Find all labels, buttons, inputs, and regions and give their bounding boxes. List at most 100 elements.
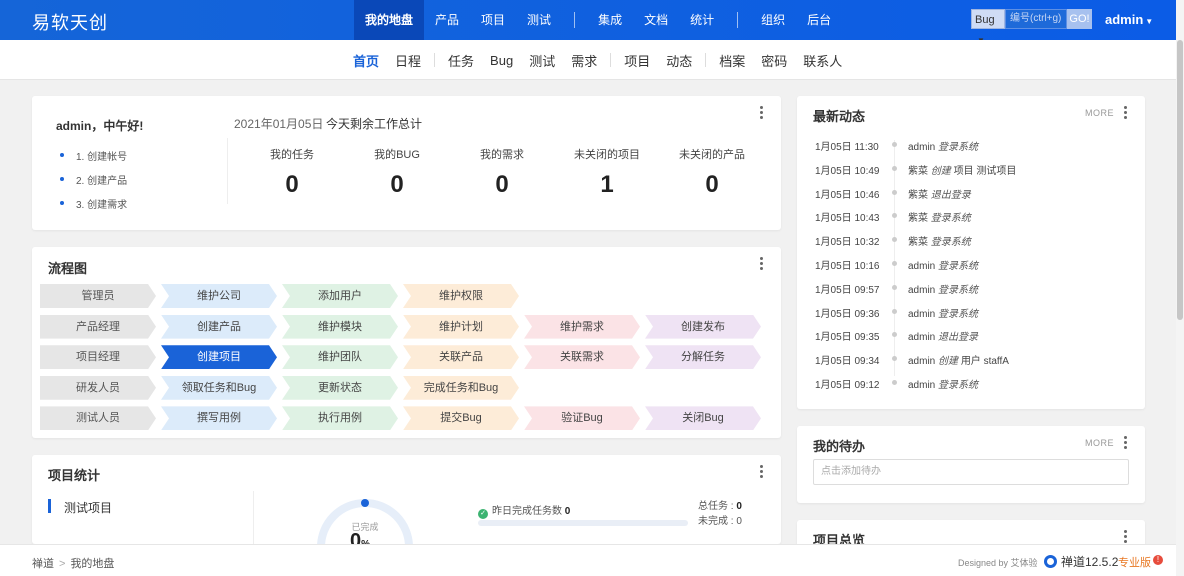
timeline-line: [894, 140, 895, 376]
project-stats-title: 项目统计: [48, 468, 101, 483]
main-nav-item[interactable]: 测试: [516, 0, 562, 40]
breadcrumb-current[interactable]: 我的地盘: [70, 558, 114, 570]
more-vertical-icon[interactable]: [760, 257, 764, 272]
flow-step[interactable]: 维护公司: [161, 284, 277, 308]
flow-step[interactable]: 分解任务: [645, 345, 761, 369]
step-link[interactable]: 1. 创建帐号: [60, 148, 127, 172]
flow-step[interactable]: 维护需求: [524, 315, 640, 339]
flowchart-card: 流程图 管理员 维护公司 添加用户 维护权限 产品经理 创建产品 维护模块 维护计划 维护需求创…: [32, 247, 781, 438]
stat-value: 0: [495, 171, 509, 198]
sub-nav: 首页 日程 任务 Bug 测试 需求 项目 动态 档案 密码 联系人: [345, 40, 850, 80]
flow-step[interactable]: 撰写用例: [161, 406, 277, 430]
main-nav-item[interactable]: 产品: [424, 0, 470, 40]
flow-step[interactable]: 关闭Bug: [645, 406, 761, 430]
dynamic-action: 登录系统: [930, 237, 971, 249]
timeline-dot: [892, 260, 897, 266]
selected-indicator: [48, 499, 51, 513]
flow-step[interactable]: 创建发布: [645, 315, 761, 339]
project-name[interactable]: 测试项目: [64, 499, 112, 516]
flow-step[interactable]: 更新状态: [282, 376, 398, 400]
undone-tasks: 未完成 : 0: [698, 514, 742, 529]
dynamic-text: 紫菜 退出登录: [908, 186, 971, 201]
main-nav-item[interactable]: 文档: [633, 0, 679, 40]
dynamic-object[interactable]: 用户 staffA: [961, 356, 1009, 367]
search-go-button[interactable]: GO!: [1067, 9, 1092, 29]
sub-nav-item[interactable]: 联系人: [795, 51, 850, 70]
summary-stat[interactable]: 未关闭的产品 0: [664, 146, 760, 199]
scrollbar-thumb[interactable]: [1177, 40, 1183, 320]
sub-nav-item[interactable]: 首页: [345, 51, 387, 70]
more-vertical-icon[interactable]: [760, 465, 764, 480]
sub-nav-item[interactable]: 日程: [387, 51, 429, 70]
summary-stat[interactable]: 未关闭的项目 1: [559, 146, 655, 199]
sub-nav-item[interactable]: 动态: [658, 51, 700, 70]
edition-link[interactable]: 专业版: [1118, 554, 1151, 570]
dynamic-text: admin 登录系统: [908, 138, 978, 153]
sub-nav-item[interactable]: 测试: [521, 51, 563, 70]
summary-stat[interactable]: 我的BUG 0: [349, 146, 445, 199]
flow-step[interactable]: 创建项目: [161, 345, 277, 369]
main-nav-item[interactable]: 统计: [679, 0, 725, 40]
dynamic-actor: admin: [908, 379, 936, 391]
sub-nav-item[interactable]: 档案: [711, 51, 753, 70]
timeline-dot: [892, 308, 897, 314]
summary-stat[interactable]: 我的任务 0: [244, 146, 340, 199]
user-menu[interactable]: admin ▼: [1105, 12, 1153, 27]
stat-value: 0: [285, 171, 299, 198]
total-value: 0: [736, 501, 742, 512]
flow-step[interactable]: 维护团队: [282, 345, 398, 369]
brand-logo[interactable]: 易软天创: [32, 9, 108, 35]
search-type-select[interactable]: Bug▼: [971, 9, 1005, 45]
flow-step[interactable]: 维护权限: [403, 284, 519, 308]
more-vertical-icon[interactable]: [1124, 106, 1128, 121]
main-nav-item[interactable]: 集成: [587, 0, 633, 40]
more-vertical-icon[interactable]: [1124, 530, 1128, 545]
more-vertical-icon[interactable]: [760, 106, 764, 121]
flow-step[interactable]: 维护计划: [403, 315, 519, 339]
step-link[interactable]: 3. 创建需求: [60, 196, 127, 220]
dynamic-time: 1月05日 10:32: [815, 237, 880, 249]
flow-role: 项目经理: [40, 345, 156, 369]
version-link[interactable]: 禅道12.5.2: [1044, 553, 1118, 570]
add-todo-input[interactable]: 点击添加待办: [813, 459, 1129, 485]
yesterday-label: 昨日完成任务数: [492, 506, 562, 517]
breadcrumb: 禅道 > 我的地盘: [32, 555, 114, 571]
sub-nav-item[interactable]: 密码: [753, 51, 795, 70]
main-nav-item[interactable]: 后台: [796, 0, 842, 40]
stat-value: 0: [390, 171, 404, 198]
sub-nav-item[interactable]: Bug: [482, 53, 521, 68]
page-scrollbar[interactable]: [1176, 0, 1184, 576]
stat-label: 未关闭的项目: [574, 149, 640, 161]
flow-step[interactable]: 维护模块: [282, 315, 398, 339]
dynamic-object[interactable]: 项目 测试项目: [954, 166, 1017, 177]
timeline-dot: [892, 237, 897, 243]
more-vertical-icon[interactable]: [1124, 436, 1128, 451]
more-link[interactable]: MORE: [1085, 108, 1114, 118]
flow-step[interactable]: 提交Bug: [403, 406, 519, 430]
step-link[interactable]: 2. 创建产品: [60, 172, 127, 196]
sub-nav-item[interactable]: 项目: [616, 51, 658, 70]
divider: [227, 138, 228, 204]
sub-nav-item[interactable]: 需求: [563, 51, 605, 70]
sub-nav-item[interactable]: 任务: [440, 51, 482, 70]
flow-step[interactable]: 执行用例: [282, 406, 398, 430]
main-nav-item[interactable]: 我的地盘: [354, 0, 425, 40]
flow-step[interactable]: 关联产品: [403, 345, 519, 369]
flow-step[interactable]: 领取任务和Bug: [161, 376, 277, 400]
main-nav-item[interactable]: 项目: [470, 0, 516, 40]
more-link[interactable]: MORE: [1085, 438, 1114, 448]
timeline-dot: [892, 356, 897, 362]
dynamic-actor: admin: [908, 142, 936, 153]
stat-label: 我的BUG: [374, 149, 420, 161]
breadcrumb-home[interactable]: 禅道: [32, 558, 54, 570]
search-type-label: Bug: [975, 14, 995, 26]
flow-step[interactable]: 添加用户: [282, 284, 398, 308]
search-input[interactable]: 编号(ctrl+g): [1005, 9, 1067, 29]
flow-step[interactable]: 完成任务和Bug: [403, 376, 519, 400]
flow-step[interactable]: 关联需求: [524, 345, 640, 369]
dynamic-action: 登录系统: [938, 308, 979, 320]
flow-step[interactable]: 验证Bug: [524, 406, 640, 430]
summary-stat[interactable]: 我的需求 0: [454, 146, 550, 199]
main-nav-item[interactable]: 组织: [750, 0, 796, 40]
flow-step[interactable]: 创建产品: [161, 315, 277, 339]
